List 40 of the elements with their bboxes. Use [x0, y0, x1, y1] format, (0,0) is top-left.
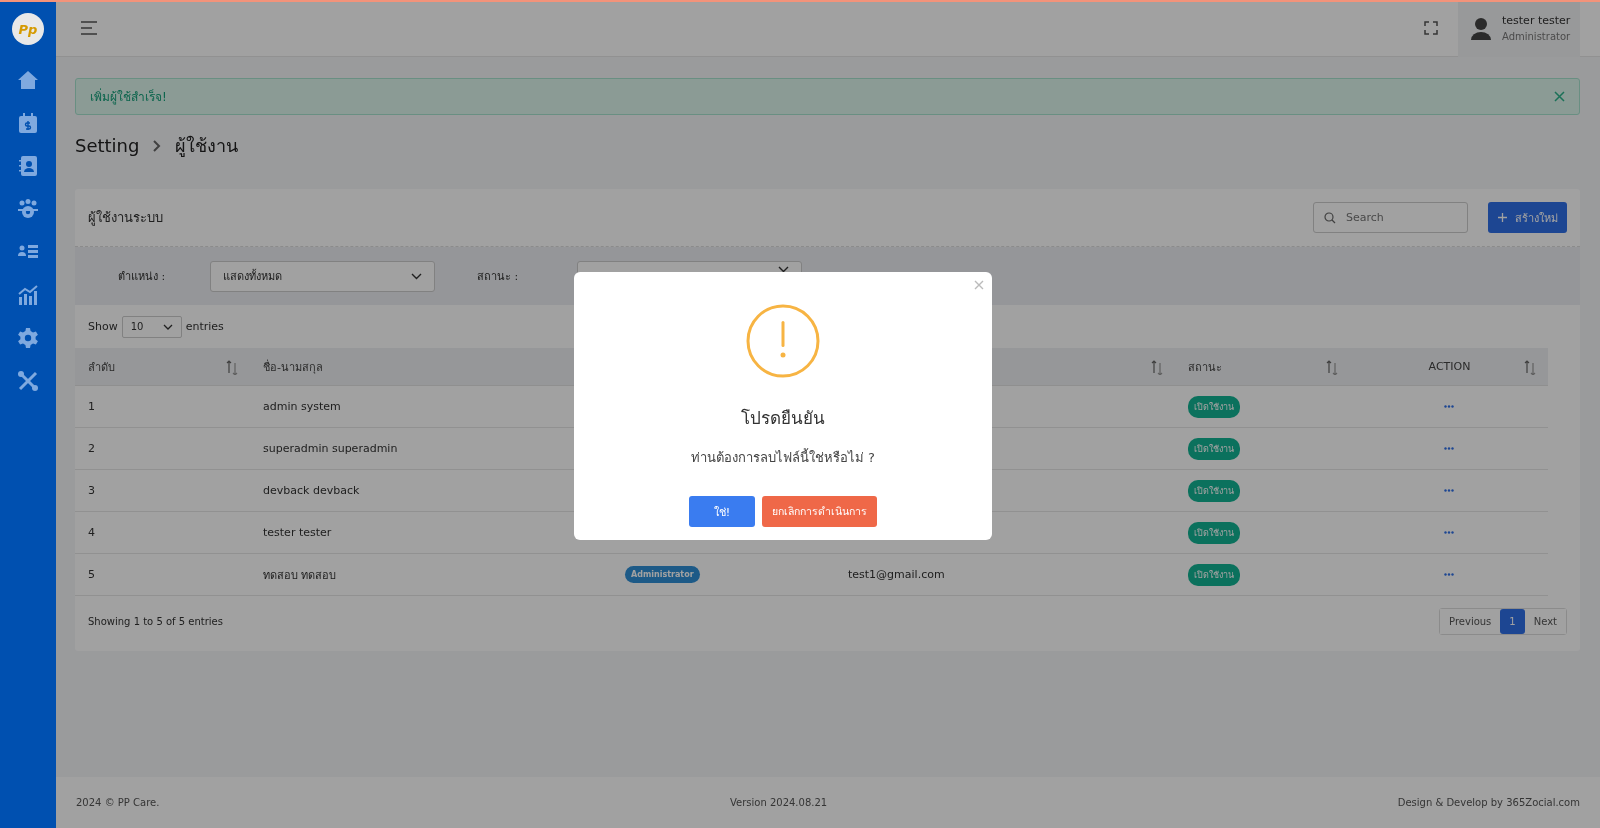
credit-text: Design & Develop by 365Zocial.com: [1397, 797, 1580, 808]
filter-label: ตำแหน่ง :: [118, 269, 167, 285]
table-cell: 4: [75, 512, 250, 554]
role-badge: Administrator: [625, 566, 700, 583]
status-badge: เปิดใช้งาน: [1188, 395, 1240, 418]
length-label: entries: [185, 320, 224, 333]
table-cell: ทดสอบ ทดสอบ: [250, 554, 612, 596]
card-title: ผู้ใช้งานระบบ: [88, 209, 163, 228]
copyright-text: 2024 © PP Care.: [76, 797, 160, 808]
table-cell: 1: [75, 386, 250, 428]
column-header[interactable]: ACTION: [1428, 360, 1471, 373]
status-badge: เปิดใช้งาน: [1188, 521, 1240, 544]
confirm-button[interactable]: ใช่!: [689, 496, 755, 527]
length-label: Show: [88, 320, 118, 333]
status-badge: เปิดใช้งาน: [1188, 563, 1240, 586]
user-name: tester tester: [1502, 14, 1571, 27]
dialog-title: โปรดยืนยัน: [741, 407, 825, 430]
column-header[interactable]: ชื่อ-นามสกุล: [263, 357, 323, 376]
filter-label: สถานะ :: [477, 269, 520, 285]
dialog-message: ท่านต้องการลบไฟล์นี้ใช่หรือไม่ ?: [690, 447, 875, 467]
table-info: Showing 1 to 5 of 5 entries: [88, 616, 223, 627]
user-role: Administrator: [1502, 31, 1571, 42]
table-cell: 5: [75, 554, 250, 596]
search-field[interactable]: Search: [1313, 202, 1468, 233]
length-select[interactable]: 10: [121, 315, 182, 338]
table-cell: 2: [75, 428, 250, 470]
status-badge: เปิดใช้งาน: [1188, 479, 1240, 502]
cancel-button[interactable]: ยกเลิกการดำเนินการ: [762, 496, 877, 527]
pagination-button[interactable]: 1: [1500, 609, 1525, 634]
alert-message: เพิ่มผู้ใช้สำเร็จ!: [90, 87, 167, 106]
column-header[interactable]: สถานะ: [1188, 357, 1222, 376]
breadcrumb-item: ผู้ใช้งาน: [175, 134, 239, 159]
table-cell: test1@gmail.com: [835, 554, 1175, 596]
table-cell: 3: [75, 470, 250, 512]
create-button[interactable]: สร้างใหม่: [1488, 202, 1567, 233]
version-text: Version 2024.08.21: [729, 797, 828, 808]
status-badge: เปิดใช้งาน: [1188, 437, 1240, 460]
filter-select[interactable]: แสดงทั้งหมด: [210, 261, 435, 292]
breadcrumb-item[interactable]: Setting: [75, 135, 140, 156]
column-header[interactable]: ลำดับ: [88, 357, 115, 376]
